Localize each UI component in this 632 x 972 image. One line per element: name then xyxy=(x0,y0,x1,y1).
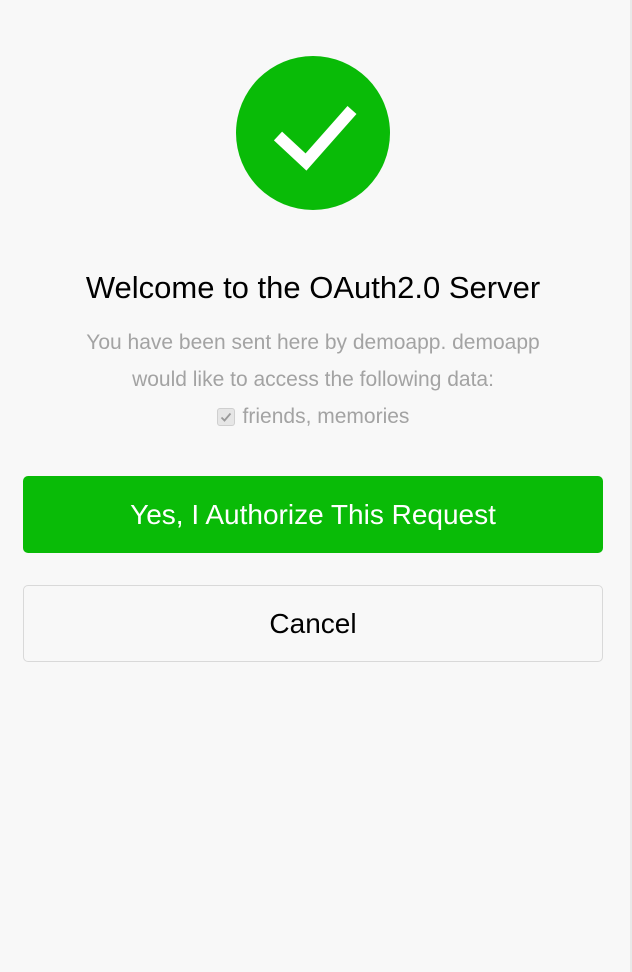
message-line: would like to access the following data: xyxy=(132,368,494,391)
success-checkmark-icon xyxy=(236,56,390,210)
scope-item: friends, memories xyxy=(0,398,626,435)
cancel-button-label: Cancel xyxy=(269,607,357,639)
authorization-message: You have been sent here by demoapp. demo… xyxy=(36,324,590,398)
page-title: Welcome to the OAuth2.0 Server xyxy=(85,270,541,305)
checkmark-icon xyxy=(273,106,357,171)
scope-checkbox xyxy=(216,407,235,426)
check-icon xyxy=(220,412,231,422)
cancel-button[interactable]: Cancel xyxy=(23,585,603,662)
authorize-button[interactable]: Yes, I Authorize This Request xyxy=(23,476,603,553)
message-line: You have been sent here by demoapp. demo… xyxy=(86,331,540,354)
authorize-button-label: Yes, I Authorize This Request xyxy=(130,498,496,530)
scope-label: friends, memories xyxy=(242,404,410,428)
